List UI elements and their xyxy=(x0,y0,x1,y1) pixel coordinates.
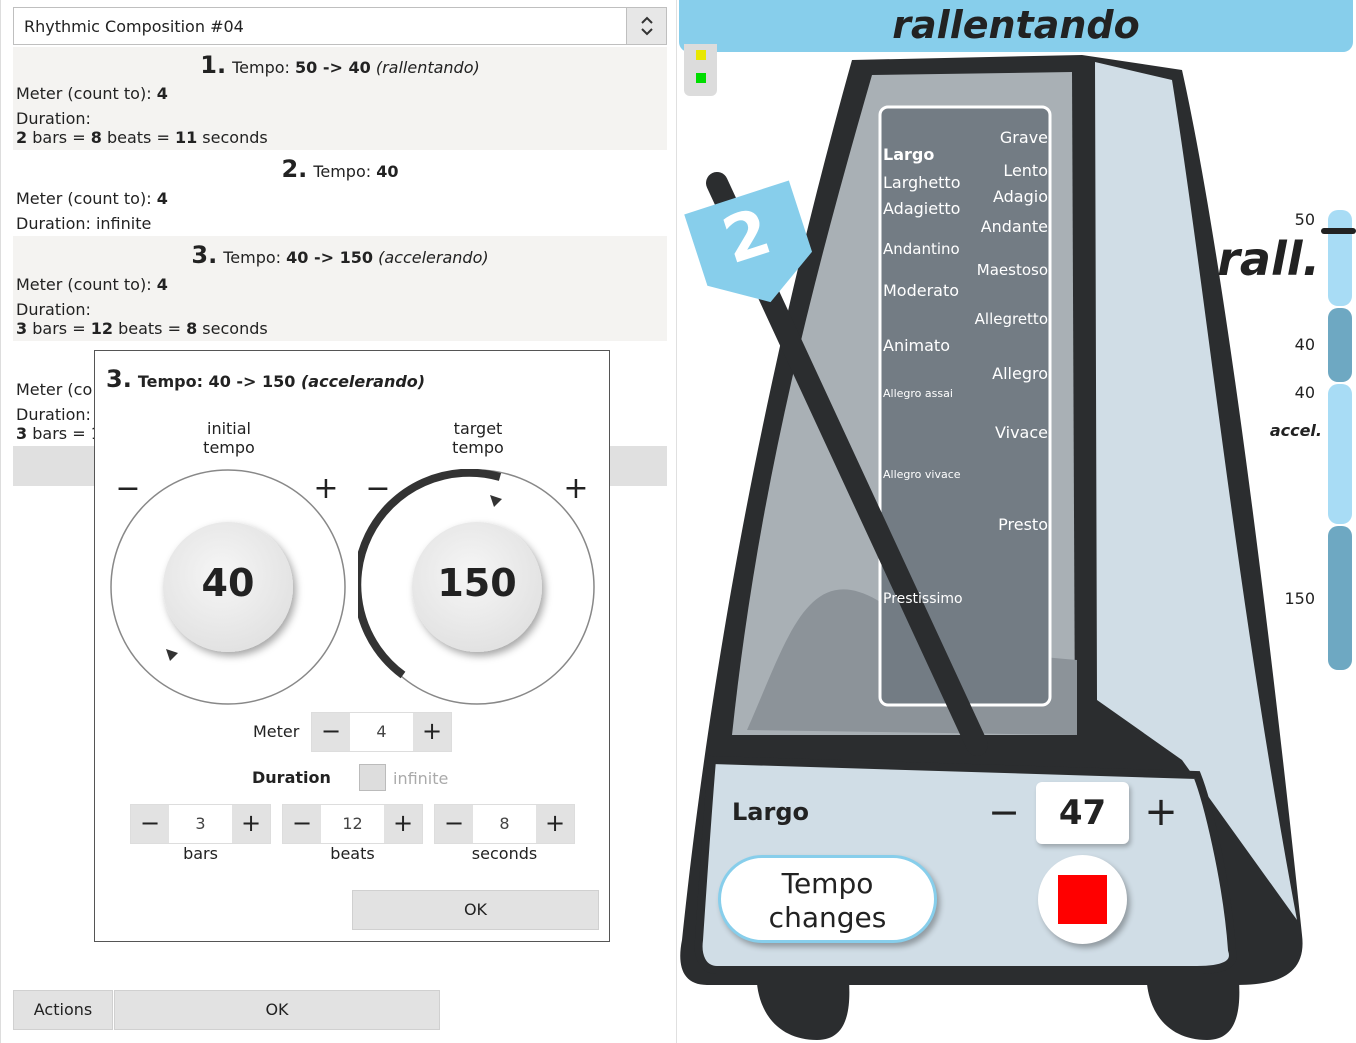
timeline-label-2: 40 xyxy=(1294,335,1315,354)
entry-2-duration: Duration: infinite xyxy=(16,214,152,233)
meter-plus-button[interactable]: + xyxy=(413,713,451,751)
timeline-label-4: 150 xyxy=(1284,589,1315,608)
tempo-name-allegro-vivace[interactable]: Allegro vivace xyxy=(883,468,961,481)
target-tempo-value: 150 xyxy=(437,561,517,605)
tempo-name-allegretto[interactable]: Allegretto xyxy=(937,310,1048,328)
timeline-label-1: 50 xyxy=(1294,210,1315,229)
entry-4-meter: Meter (co xyxy=(16,380,93,399)
initial-tempo-value: 40 xyxy=(201,561,255,605)
beats-label: beats xyxy=(330,844,375,863)
tempo-name-largo[interactable]: Largo xyxy=(883,145,934,164)
seconds-minus-button[interactable]: − xyxy=(435,805,473,843)
composition-select[interactable]: Rhythmic Composition #04 xyxy=(13,7,667,45)
bars-value[interactable]: 3 xyxy=(169,805,232,843)
seconds-stepper: − 8 + xyxy=(434,804,575,844)
entry-1-meter: Meter (count to): 4 xyxy=(16,84,168,103)
metronome-panel: rallentando 2 Largo Larghetto Adagietto … xyxy=(677,0,1356,1043)
bpm-value[interactable]: 47 xyxy=(1036,782,1129,844)
tempo-edit-dialog: 3. Tempo: 40 -> 150 (accelerando) initial… xyxy=(94,350,610,942)
ok-button[interactable]: OK xyxy=(114,990,440,1030)
timeline-position-marker xyxy=(1321,228,1356,234)
bars-plus-button[interactable]: + xyxy=(232,805,270,843)
tempo-name-vivace[interactable]: Vivace xyxy=(937,423,1048,442)
tempo-changes-button[interactable]: Tempo changes xyxy=(718,855,937,943)
entry-1-duration-label: Duration: xyxy=(16,109,91,128)
infinite-checkbox[interactable] xyxy=(359,764,386,791)
beat-indicator-panel xyxy=(684,44,717,96)
timeline-segment-4[interactable] xyxy=(1328,526,1352,670)
tempo-name-andantino[interactable]: Andantino xyxy=(883,240,960,258)
entry-3-duration: 3 bars = 12 beats = 8 seconds xyxy=(16,319,268,338)
beat-indicator-yellow-icon xyxy=(696,50,706,60)
meter-label: Meter xyxy=(253,722,300,741)
beats-stepper: − 12 + xyxy=(282,804,423,844)
composition-select-value: Rhythmic Composition #04 xyxy=(24,17,244,36)
tempo-name-animato[interactable]: Animato xyxy=(883,336,950,355)
entry-3[interactable]: 3. Tempo: 40 -> 150 (accelerando) Meter (… xyxy=(13,236,667,341)
tempo-name-moderato[interactable]: Moderato xyxy=(883,281,959,300)
infinite-label: infinite xyxy=(393,769,449,788)
bars-stepper: − 3 + xyxy=(130,804,271,844)
bars-minus-button[interactable]: − xyxy=(131,805,169,843)
tempo-name-allegro-assai[interactable]: Allegro assai xyxy=(883,387,953,400)
entry-2-header: 2. Tempo: 40 xyxy=(281,155,399,183)
dialog-title: 3. Tempo: 40 -> 150 (accelerando) xyxy=(106,365,426,393)
timeline-segment-1[interactable] xyxy=(1328,210,1352,306)
tempo-name-prestissimo[interactable]: Prestissimo xyxy=(883,591,963,607)
beats-plus-button[interactable]: + xyxy=(384,805,422,843)
tempo-change-banner: rallentando xyxy=(679,0,1353,52)
beat-indicator-green-icon xyxy=(696,73,706,83)
timeline-label-3: 40 xyxy=(1294,383,1315,402)
entry-4-duration-label: Duration: xyxy=(16,405,91,424)
duration-label: Duration xyxy=(252,768,331,787)
entry-1-header: 1. Tempo: 50 -> 40 (rallentando) xyxy=(200,51,480,79)
tempo-name-presto[interactable]: Presto xyxy=(937,515,1048,534)
timeline-rall-label: rall. xyxy=(1217,232,1320,286)
bpm-plus-button[interactable]: + xyxy=(1141,792,1181,832)
entry-3-duration-label: Duration: xyxy=(16,300,91,319)
entry-1-duration: 2 bars = 8 beats = 11 seconds xyxy=(16,128,268,147)
meter-value[interactable]: 4 xyxy=(350,713,413,751)
actions-button[interactable]: Actions xyxy=(13,990,113,1030)
seconds-value[interactable]: 8 xyxy=(473,805,536,843)
entry-1[interactable]: 1. Tempo: 50 -> 40 (rallentando) Meter (c… xyxy=(13,47,667,150)
timeline-accel-label: accel. xyxy=(1269,421,1322,440)
tempo-name-lento[interactable]: Lento xyxy=(937,161,1048,180)
bars-label: bars xyxy=(183,844,218,863)
tempo-name-maestoso[interactable]: Maestoso xyxy=(937,261,1048,279)
timeline-segment-3[interactable] xyxy=(1328,384,1352,524)
entry-2-meter: Meter (count to): 4 xyxy=(16,189,168,208)
seconds-label: seconds xyxy=(471,844,538,863)
meter-minus-button[interactable]: − xyxy=(312,713,350,751)
entry-2[interactable]: 2. Tempo: 40 Meter (count to): 4 Duration… xyxy=(13,150,667,236)
entry-3-meter: Meter (count to): 4 xyxy=(16,275,168,294)
stop-icon xyxy=(1058,875,1107,924)
initial-tempo-label: initial tempo xyxy=(203,419,255,457)
tempo-name-andante[interactable]: Andante xyxy=(937,217,1048,236)
current-tempo-name: Largo xyxy=(732,798,809,826)
stop-button[interactable] xyxy=(1038,855,1127,944)
tempo-name-adagio[interactable]: Adagio xyxy=(937,187,1048,206)
entry-3-header: 3. Tempo: 40 -> 150 (accelerando) xyxy=(191,241,489,269)
composition-panel: Rhythmic Composition #04 1. Tempo: 50 -> … xyxy=(0,0,677,1043)
tempo-name-grave[interactable]: Grave xyxy=(937,128,1048,147)
select-arrows-icon[interactable] xyxy=(626,8,666,44)
seconds-plus-button[interactable]: + xyxy=(536,805,574,843)
beats-value[interactable]: 12 xyxy=(321,805,384,843)
bpm-minus-button[interactable]: − xyxy=(984,793,1024,831)
beats-minus-button[interactable]: − xyxy=(283,805,321,843)
dialog-ok-button[interactable]: OK xyxy=(352,890,599,930)
tempo-name-allegro[interactable]: Allegro xyxy=(937,364,1048,383)
target-tempo-label: target tempo xyxy=(452,419,504,457)
timeline-segment-2[interactable] xyxy=(1328,308,1352,382)
entry-4-duration: 3 bars = 1 xyxy=(16,424,101,443)
meter-stepper: − 4 + xyxy=(311,712,452,752)
